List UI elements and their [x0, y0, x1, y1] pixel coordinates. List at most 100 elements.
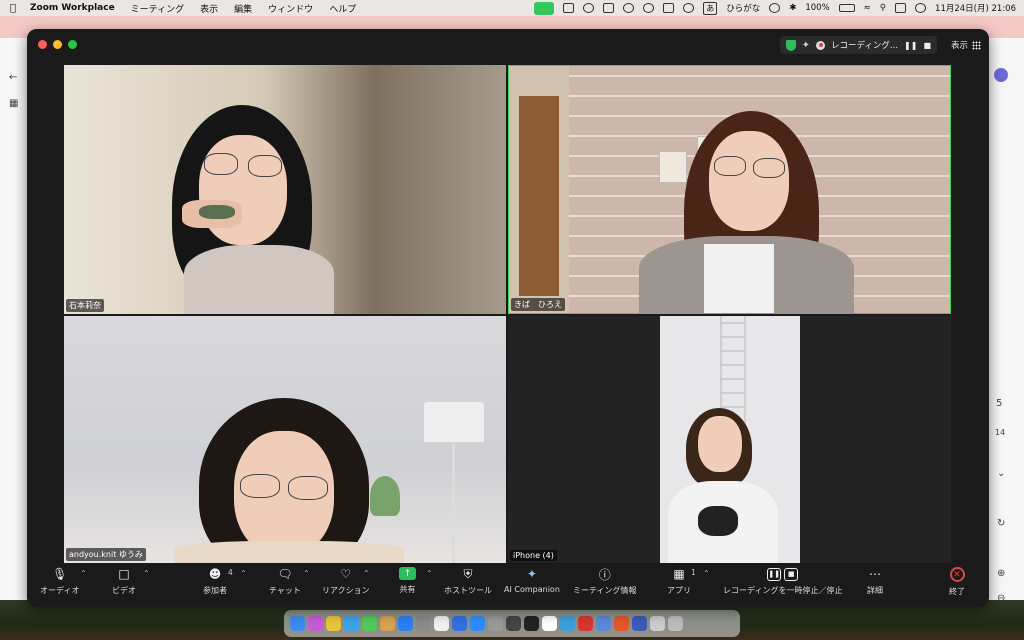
battery-icon[interactable]	[838, 4, 855, 12]
video-tile-participant-3[interactable]: andyou.knit ゆうみ	[64, 316, 506, 563]
dock-zoom-icon[interactable]	[470, 616, 485, 631]
siri-icon[interactable]	[915, 3, 927, 13]
participants-options-caret[interactable]: ⌃	[240, 569, 247, 578]
dock-app-icon[interactable]	[596, 616, 611, 631]
dock-safari-icon[interactable]	[344, 616, 359, 631]
macos-dock	[284, 610, 740, 637]
play-icon[interactable]	[643, 3, 655, 13]
bluetooth-icon[interactable]: ✱	[789, 3, 796, 13]
apps-options-caret[interactable]: ⌃	[703, 569, 710, 578]
wifi-icon[interactable]: ≈	[864, 3, 871, 13]
reactions-options-caret[interactable]: ⌃	[363, 569, 370, 578]
share-label: 共有	[399, 585, 416, 594]
video-options-caret[interactable]: ⌃	[143, 569, 150, 578]
lamp-stand	[452, 442, 455, 563]
participant-name-label: 石本莉奈	[66, 299, 104, 312]
redo-icon[interactable]: ↻	[997, 518, 1005, 529]
apps-grid-icon[interactable]: ▦	[9, 98, 18, 109]
dock-preview-icon[interactable]	[488, 616, 503, 631]
chat-button[interactable]: 🗨 チャット	[269, 567, 301, 596]
dock-recent-document-icon[interactable]	[650, 616, 665, 631]
details-label: 詳細	[867, 586, 883, 595]
participant-name-label: andyou.knit ゆうみ	[66, 548, 146, 561]
ai-sparkle-icon[interactable]: ✦	[802, 40, 810, 51]
zoom-title-bar[interactable]: ✦ レコーディング... ❚❚ ■ 表示	[27, 29, 989, 61]
minimize-window-button[interactable]	[53, 40, 62, 49]
menu-help[interactable]: ヘルプ	[329, 2, 356, 15]
page-number-14: 14	[995, 428, 1006, 437]
time-machine-icon[interactable]	[769, 3, 781, 13]
dock-office-icon[interactable]	[614, 616, 629, 631]
recording-control-button[interactable]: ❚❚ ■ レコーディングを一時停止／停止	[723, 567, 842, 596]
dock-notion-icon[interactable]	[542, 616, 557, 631]
notion-icon[interactable]	[563, 3, 575, 13]
control-center-icon[interactable]	[895, 3, 907, 13]
screen-record-icon[interactable]	[583, 3, 595, 13]
input-mode-label[interactable]: ひらがな	[726, 2, 760, 14]
menu-window[interactable]: ウィンドウ	[268, 2, 313, 15]
participants-button[interactable]: ☻ 参加者	[203, 567, 227, 596]
dock-g-app-icon[interactable]	[632, 616, 647, 631]
recording-status-group: ✦ レコーディング... ❚❚ ■	[779, 36, 937, 54]
airdrop-icon[interactable]	[683, 3, 695, 13]
view-button[interactable]: 表示	[951, 36, 981, 54]
zoom-video-status-icon[interactable]	[534, 1, 555, 15]
dock-launchpad-icon[interactable]	[308, 616, 323, 631]
dock-chrome-icon[interactable]	[326, 616, 341, 631]
end-meeting-button[interactable]: ✕ 終了	[949, 567, 965, 597]
clock-datetime[interactable]: 11月24日(月) 21:06	[935, 2, 1016, 14]
glasses-right	[288, 476, 328, 500]
pause-recording-icon[interactable]: ❚❚	[904, 41, 917, 50]
profile-avatar-icon[interactable]	[994, 68, 1008, 82]
menu-app-name[interactable]: Zoom Workplace	[30, 3, 115, 13]
security-shield-icon[interactable]	[785, 39, 796, 51]
dock-settings-icon[interactable]	[416, 616, 431, 631]
dock-terminal-icon[interactable]	[524, 616, 539, 631]
glasses-left	[204, 153, 238, 175]
back-arrow-icon[interactable]: ←	[9, 72, 17, 83]
chat-options-caret[interactable]: ⌃	[303, 569, 310, 578]
host-tools-button[interactable]: ⛨ ホストツール	[444, 567, 492, 596]
video-tile-participant-1[interactable]: 石本莉奈	[64, 65, 506, 314]
audio-options-caret[interactable]: ⌃	[80, 569, 87, 578]
chevron-down-icon[interactable]: ⌄	[997, 468, 1005, 479]
share-options-caret[interactable]: ⌃	[426, 569, 433, 578]
menu-meeting[interactable]: ミーティング	[131, 2, 184, 15]
details-button[interactable]: ⋯ 詳細	[867, 567, 883, 596]
menu-edit[interactable]: 編集	[234, 2, 252, 15]
dock-trash-icon[interactable]	[668, 616, 683, 631]
dock-textedit-icon[interactable]	[434, 616, 449, 631]
dock-acrobat-icon[interactable]	[578, 616, 593, 631]
fullscreen-window-button[interactable]	[68, 40, 77, 49]
dock-finder-icon[interactable]	[290, 616, 305, 631]
zoom-in-icon[interactable]: ⊕	[997, 568, 1005, 579]
meeting-info-button[interactable]: ⓘ ミーティング情報	[573, 567, 637, 596]
display-icon[interactable]	[663, 3, 675, 13]
apple-menu-icon[interactable]: 	[10, 3, 16, 14]
audio-button[interactable]: 🎙 オーディオ	[40, 567, 79, 596]
stop-recording-icon[interactable]: ■	[923, 41, 931, 50]
end-call-icon: ✕	[949, 567, 965, 582]
timer-icon[interactable]	[623, 3, 635, 13]
video-tile-participant-2-active-speaker[interactable]: きば ひろえ	[508, 65, 951, 314]
dock-appstore-icon[interactable]	[398, 616, 413, 631]
video-tile-participant-4[interactable]: iPhone (4)	[508, 316, 951, 563]
browser-left-edge: ← ▦	[0, 38, 26, 608]
input-source-badge[interactable]: あ	[703, 1, 718, 15]
apps-label: アプリ	[667, 586, 691, 595]
dock-messages-icon[interactable]	[362, 616, 377, 631]
app-status-icon[interactable]	[603, 3, 615, 13]
menu-view[interactable]: 表示	[200, 2, 218, 15]
dock-mail-icon[interactable]	[452, 616, 467, 631]
view-label: 表示	[950, 41, 968, 51]
apps-button[interactable]: ▦ アプリ	[667, 567, 691, 596]
dock-notes-icon[interactable]	[380, 616, 395, 631]
share-button[interactable]: ↑ 共有	[399, 567, 416, 595]
participant-face	[698, 416, 742, 472]
dock-chatgpt-icon[interactable]	[506, 616, 521, 631]
dock-network-icon[interactable]	[560, 616, 575, 631]
spotlight-search-icon[interactable]: ⚲	[880, 3, 886, 13]
video-button[interactable]: □ ビデオ	[112, 567, 136, 596]
ai-companion-button[interactable]: ✦ AI Companion	[504, 567, 560, 594]
close-window-button[interactable]	[38, 40, 47, 49]
